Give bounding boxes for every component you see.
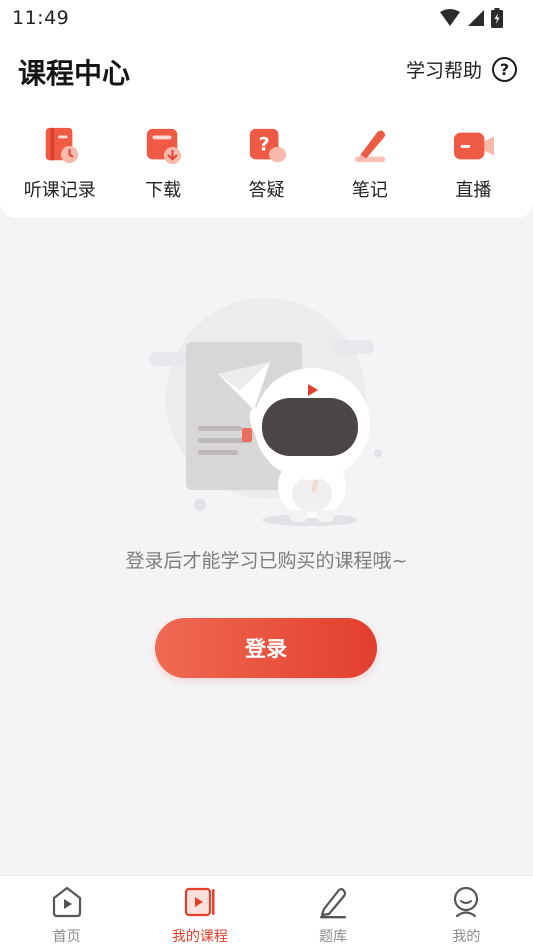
nav-label: 我的 bbox=[452, 929, 481, 945]
nav-label: 首页 bbox=[52, 929, 81, 945]
battery-icon bbox=[491, 8, 503, 28]
help-symbol: ? bbox=[499, 60, 510, 79]
note-pen-icon bbox=[354, 130, 386, 163]
quick-action-download[interactable]: 下载 bbox=[111, 126, 214, 202]
bottom-nav: 首页 我的课程 题库 我的 bbox=[0, 875, 533, 948]
empty-state-illustration bbox=[150, 298, 382, 526]
quick-action-qa[interactable]: ? 答疑 bbox=[215, 126, 318, 202]
help-label: 学习帮助 bbox=[405, 60, 482, 82]
quick-action-live[interactable]: 直播 bbox=[422, 126, 525, 202]
question-bank-icon bbox=[320, 888, 347, 919]
live-camera-icon bbox=[454, 132, 495, 160]
header-card: 课程中心 学习帮助 ? 听课记录 下载 ? 答疑 笔记 直播 bbox=[0, 36, 533, 218]
quick-action-label: 下载 bbox=[145, 180, 182, 201]
listening-record-icon bbox=[45, 127, 78, 164]
empty-state-message: 登录后才能学习已购买的课程哦~ bbox=[125, 550, 408, 572]
login-button[interactable]: 登录 bbox=[155, 618, 377, 678]
quick-actions: 听课记录 下载 ? 答疑 笔记 直播 bbox=[0, 126, 533, 202]
help-icon: ? bbox=[492, 57, 517, 82]
status-time: 11:49 bbox=[12, 7, 70, 29]
help-link[interactable]: 学习帮助 ? bbox=[406, 56, 517, 83]
nav-item-profile[interactable]: 我的 bbox=[400, 876, 533, 946]
svg-text:?: ? bbox=[258, 134, 269, 156]
quick-action-listening-record[interactable]: 听课记录 bbox=[8, 126, 111, 202]
quick-action-label: 直播 bbox=[455, 180, 492, 201]
page-title: 课程中心 bbox=[18, 57, 131, 90]
qa-icon: ? bbox=[249, 128, 286, 163]
download-icon bbox=[146, 128, 182, 165]
status-bar: 11:49 bbox=[0, 0, 533, 36]
nav-item-home[interactable]: 首页 bbox=[0, 876, 133, 946]
profile-icon bbox=[454, 886, 479, 918]
my-courses-icon bbox=[184, 887, 215, 917]
wifi-icon bbox=[440, 9, 460, 26]
signal-icon bbox=[468, 10, 484, 26]
quick-action-label: 答疑 bbox=[248, 180, 285, 201]
status-icons bbox=[439, 8, 503, 28]
quick-action-notes[interactable]: 笔记 bbox=[318, 126, 421, 202]
nav-item-question-bank[interactable]: 题库 bbox=[267, 876, 400, 946]
nav-item-my-courses[interactable]: 我的课程 bbox=[133, 876, 266, 946]
home-icon bbox=[52, 886, 81, 918]
quick-action-label: 笔记 bbox=[351, 180, 388, 201]
nav-label: 题库 bbox=[319, 929, 348, 945]
quick-action-label: 听课记录 bbox=[23, 180, 96, 201]
nav-label: 我的课程 bbox=[171, 929, 228, 945]
